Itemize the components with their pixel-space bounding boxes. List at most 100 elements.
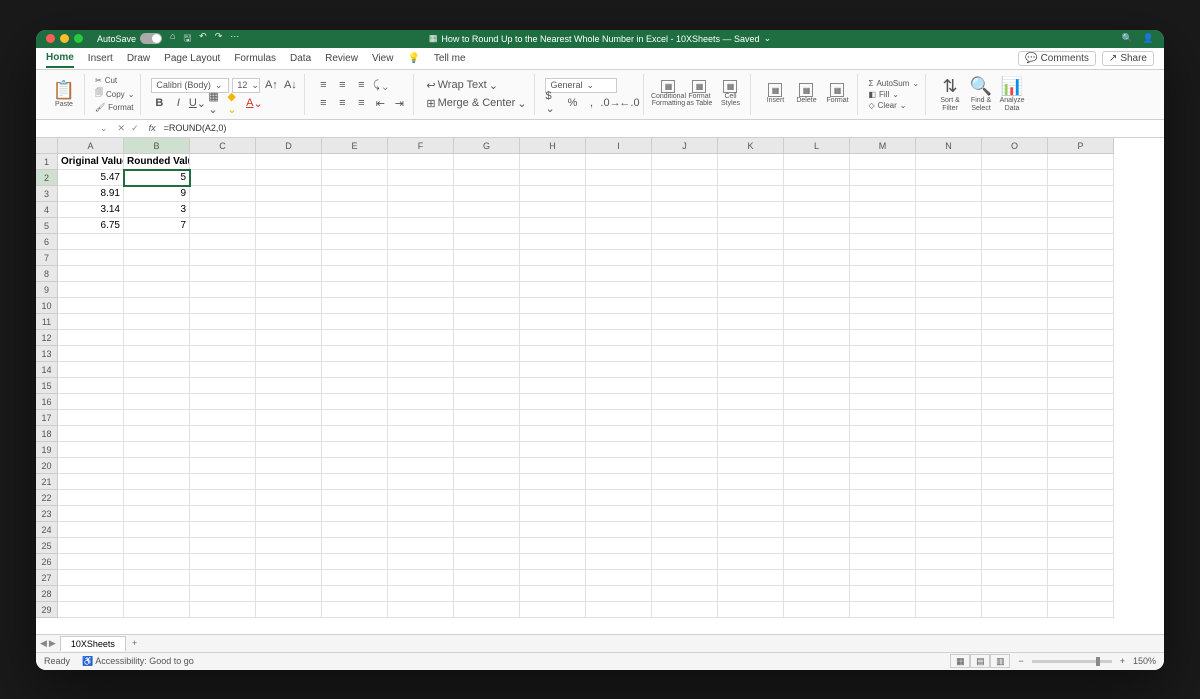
cell[interactable] [1048, 586, 1114, 602]
cell[interactable] [718, 602, 784, 618]
cell[interactable] [718, 170, 784, 186]
zoom-out-icon[interactable]: − [1018, 656, 1023, 666]
tab-page-layout[interactable]: Page Layout [164, 50, 220, 67]
cell[interactable] [58, 522, 124, 538]
cell[interactable]: 5.47 [58, 170, 124, 186]
cell[interactable] [388, 586, 454, 602]
cell[interactable] [256, 330, 322, 346]
cell[interactable] [982, 426, 1048, 442]
cell[interactable] [322, 250, 388, 266]
cell[interactable] [850, 314, 916, 330]
cell[interactable] [454, 474, 520, 490]
cell[interactable] [520, 522, 586, 538]
cell[interactable] [784, 554, 850, 570]
cell[interactable] [454, 298, 520, 314]
cell[interactable] [322, 442, 388, 458]
cell[interactable] [586, 554, 652, 570]
cell[interactable] [256, 490, 322, 506]
cell[interactable] [388, 378, 454, 394]
cell[interactable] [850, 586, 916, 602]
cell[interactable] [850, 298, 916, 314]
cell[interactable] [190, 282, 256, 298]
cell[interactable] [718, 346, 784, 362]
cell[interactable] [322, 474, 388, 490]
cell[interactable] [982, 474, 1048, 490]
cell[interactable] [322, 282, 388, 298]
cell[interactable] [850, 538, 916, 554]
cell[interactable] [850, 330, 916, 346]
cell[interactable] [982, 586, 1048, 602]
cell[interactable] [190, 234, 256, 250]
align-top-icon[interactable]: ≡ [315, 77, 331, 93]
cell[interactable] [1048, 474, 1114, 490]
cell-styles-button[interactable]: ▦Cell Styles [716, 80, 744, 108]
cell[interactable] [58, 538, 124, 554]
cell[interactable] [256, 426, 322, 442]
column-header[interactable]: O [982, 138, 1048, 154]
cell[interactable] [718, 234, 784, 250]
tab-insert[interactable]: Insert [88, 50, 113, 67]
cell[interactable] [586, 602, 652, 618]
cell[interactable] [850, 426, 916, 442]
cell[interactable] [58, 282, 124, 298]
cell[interactable] [322, 506, 388, 522]
cell[interactable] [256, 234, 322, 250]
autosum-icon[interactable]: Σ [868, 79, 873, 88]
cell[interactable] [454, 314, 520, 330]
cell[interactable] [916, 554, 982, 570]
column-header[interactable]: A [58, 138, 124, 154]
cell[interactable] [454, 202, 520, 218]
column-header[interactable]: B [124, 138, 190, 154]
cell[interactable] [124, 266, 190, 282]
cell[interactable] [454, 154, 520, 170]
cell[interactable] [124, 394, 190, 410]
cell[interactable] [718, 218, 784, 234]
cell[interactable] [190, 522, 256, 538]
cell[interactable] [190, 314, 256, 330]
cell[interactable] [718, 522, 784, 538]
cell[interactable] [982, 554, 1048, 570]
cell[interactable] [322, 346, 388, 362]
cell[interactable] [916, 426, 982, 442]
cell[interactable] [58, 506, 124, 522]
cell[interactable] [1048, 538, 1114, 554]
conditional-formatting-button[interactable]: ▦Conditional Formatting [654, 80, 682, 108]
cell[interactable] [454, 394, 520, 410]
cell[interactable] [784, 282, 850, 298]
cell[interactable] [982, 202, 1048, 218]
cell[interactable] [1048, 250, 1114, 266]
delete-cells-button[interactable]: ▦Delete [792, 80, 820, 108]
cell[interactable] [916, 298, 982, 314]
cell[interactable] [520, 570, 586, 586]
cell[interactable] [124, 554, 190, 570]
cell[interactable] [982, 506, 1048, 522]
cell[interactable] [1048, 458, 1114, 474]
cell[interactable] [388, 282, 454, 298]
cell[interactable] [1048, 154, 1114, 170]
row-header[interactable]: 22 [36, 490, 58, 506]
cell[interactable] [1048, 378, 1114, 394]
cell[interactable] [190, 426, 256, 442]
cell[interactable] [190, 250, 256, 266]
cell[interactable] [850, 362, 916, 378]
cell[interactable] [850, 522, 916, 538]
cell[interactable] [652, 506, 718, 522]
cell[interactable] [718, 586, 784, 602]
page-break-view-icon[interactable]: ▥ [990, 654, 1010, 668]
cell[interactable] [652, 410, 718, 426]
cell[interactable] [520, 474, 586, 490]
cell[interactable] [520, 298, 586, 314]
column-header[interactable]: K [718, 138, 784, 154]
cell[interactable] [784, 234, 850, 250]
fill-icon[interactable]: ◧ [868, 90, 876, 99]
cell[interactable] [916, 250, 982, 266]
cell[interactable] [388, 362, 454, 378]
cell[interactable] [916, 378, 982, 394]
cell[interactable] [718, 394, 784, 410]
cell[interactable] [850, 250, 916, 266]
cell[interactable] [1048, 426, 1114, 442]
row-header[interactable]: 23 [36, 506, 58, 522]
row-header[interactable]: 24 [36, 522, 58, 538]
cell[interactable] [190, 458, 256, 474]
cell[interactable] [256, 298, 322, 314]
